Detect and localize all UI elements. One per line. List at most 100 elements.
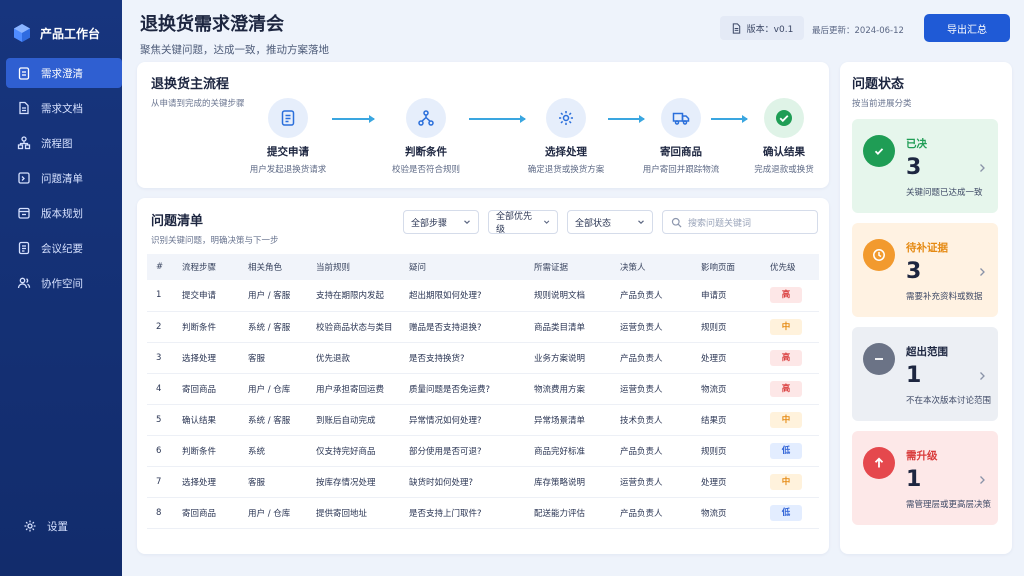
status-card: 问题状态 按当前进展分类 已决 3 关键问题已达成一致 待补证据 3 需要补充资料或数据超… (840, 62, 1012, 554)
table-cell: 规则页 (692, 435, 761, 467)
priority-filter-select[interactable]: 全部优先级 (488, 210, 558, 235)
table-cell: 商品类目清单 (525, 311, 611, 343)
table-cell: 系统 / 客服 (239, 311, 307, 343)
priority-cell: 高 (761, 280, 819, 312)
priority-cell: 中 (761, 311, 819, 343)
chevron-right-icon (980, 268, 985, 276)
cube-logo-icon (14, 24, 30, 42)
flowchart-icon (17, 136, 31, 150)
status-title: 问题状态 (852, 77, 905, 92)
stat-count: 3 (906, 259, 922, 284)
status-stat-card[interactable]: 超出范围 1 不在本次版本讨论范围 (852, 327, 998, 421)
version-badge[interactable]: 版本：v0.1 (720, 16, 804, 40)
select-value: 全部步骤 (411, 218, 448, 229)
status-stat-card[interactable]: 已决 3 关键问题已达成一致 (852, 119, 998, 213)
column-header[interactable]: 流程步骤 (173, 254, 239, 280)
status-stat-card[interactable]: 需升级 1 需管理层或更高层决策 (852, 431, 998, 525)
table-row[interactable]: 8 寄回商品 用户 / 仓库 提供寄回地址 是否支持上门取件? 配送能力评估 产品负责人 物流… (147, 497, 819, 529)
issue-search-input[interactable]: 搜索问题关键词 (662, 210, 818, 234)
table-cell: 是否支持上门取件? (400, 497, 525, 529)
sidebar: 产品工作台 需求澄清 需求文档 流程图 问题清单 版本规划 会议纪要 协作空间 … (0, 0, 122, 576)
flow-steps: 提交申请 用户发起退换货请求 判断条件 校验是否符合规则 选择处理 确定退货或换… (137, 98, 829, 178)
issue-filters: 全部步骤 全部优先级 全部状态 搜索问题关键词 (403, 210, 818, 235)
step-name: 寄回商品 (660, 146, 702, 158)
column-header[interactable]: 决策人 (611, 254, 692, 280)
table-cell: 系统 (239, 435, 307, 467)
table-row[interactable]: 5 确认结果 系统 / 客服 到账后自动完成 异常情况如何处理? 异常场景清单 技术负责人结… (147, 404, 819, 436)
table-row[interactable]: 6 判断条件 系统 仅支持完好商品 部分使用是否可退? 商品完好标准 产品负责人 规则页低 (147, 435, 819, 467)
table-cell: 业务方案说明 (525, 342, 611, 374)
table-cell: 赠品是否支持退换? (400, 311, 525, 343)
step-icon-wrap (546, 98, 586, 138)
document-icon (732, 22, 740, 34)
table-cell: 5 (147, 404, 173, 436)
stat-count: 3 (906, 155, 922, 180)
last-updated: 最后更新：2024-06-12 (812, 26, 904, 36)
column-header[interactable]: 影响页面 (692, 254, 761, 280)
truck-icon (672, 112, 690, 125)
brand[interactable]: 产品工作台 (0, 0, 122, 52)
table-cell: 用户 / 仓库 (239, 373, 307, 405)
page-subtitle: 聚焦关键问题，达成一致，推动方案落地 (140, 44, 329, 56)
nav-item-docs[interactable]: 需求文档 (6, 93, 122, 123)
table-row[interactable]: 2 判断条件 系统 / 客服 校验商品状态与类目 赠品是否支持退换? 商品类目清单 运营负责… (147, 311, 819, 343)
table-cell: 选择处理 (173, 342, 239, 374)
priority-badge: 高 (770, 287, 802, 304)
priority-cell: 中 (761, 404, 819, 436)
status-filter-select[interactable]: 全部状态 (567, 210, 653, 234)
table-row[interactable]: 3 选择处理 客服 优先退款 是否支持换货? 业务方案说明 产品负责人 处理页高 (147, 342, 819, 374)
table-cell: 客服 (239, 466, 307, 498)
column-header[interactable]: 相关角色 (239, 254, 307, 280)
column-header[interactable]: 当前规则 (307, 254, 400, 280)
flow-step[interactable]: 提交申请 用户发起退换货请求 (233, 98, 343, 175)
priority-cell: 低 (761, 497, 819, 529)
step-icon-wrap (661, 98, 701, 138)
table-cell: 物流费用方案 (525, 373, 611, 405)
priority-badge: 低 (770, 504, 802, 521)
export-button[interactable]: 导出汇总 (924, 14, 1010, 42)
table-cell: 选择处理 (173, 466, 239, 498)
nav-label: 需求文档 (41, 102, 83, 115)
table-row[interactable]: 7 选择处理 客服 按库存情况处理 缺货时如何处理? 库存策略说明 运营负责人 处理页中 (147, 466, 819, 498)
chevron-down-icon (638, 220, 644, 225)
stat-desc: 不在本次版本讨论范围 (906, 396, 992, 406)
nav-item-minutes[interactable]: 会议纪要 (6, 233, 122, 263)
flow-step[interactable]: 确认结果 完成退款或换货 (729, 98, 839, 175)
column-header[interactable]: 疑问 (400, 254, 525, 280)
table-cell: 配送能力评估 (525, 497, 611, 529)
nav-item-version[interactable]: 版本规划 (6, 198, 122, 228)
table-cell: 缺货时如何处理? (400, 466, 525, 498)
column-header[interactable]: 所需证据 (525, 254, 611, 280)
table-cell: 提供寄回地址 (307, 497, 400, 529)
nav-item-flowchart[interactable]: 流程图 (6, 128, 122, 158)
nav-item-workspace[interactable]: 协作空间 (6, 268, 122, 298)
status-stat-card[interactable]: 待补证据 3 需要补充资料或数据 (852, 223, 998, 317)
column-header[interactable]: 优先级 (761, 254, 819, 280)
chevron-down-icon (543, 220, 550, 224)
flow-step[interactable]: 寄回商品 用户寄回并跟踪物流 (626, 98, 736, 175)
table-cell: 产品负责人 (611, 280, 692, 312)
minus-circle-icon (863, 343, 895, 375)
table-cell: 判断条件 (173, 435, 239, 467)
flow-step[interactable]: 判断条件 校验是否符合规则 (371, 98, 481, 175)
table-row[interactable]: 4 寄回商品 用户 / 仓库 用户承担寄回运费 质量问题是否免运费? 物流费用方案 运营负责… (147, 373, 819, 405)
nav-item-clarify[interactable]: 需求澄清 (6, 58, 122, 88)
table-cell: 1 (147, 280, 173, 312)
calendar-icon (18, 207, 30, 219)
nav-label: 设置 (47, 520, 68, 533)
column-header[interactable]: # (147, 254, 173, 280)
nav-item-issues[interactable]: 问题清单 (6, 163, 122, 193)
table-cell: 6 (147, 435, 173, 467)
priority-badge: 低 (770, 442, 802, 459)
table-cell: 产品负责人 (611, 342, 692, 374)
step-filter-select[interactable]: 全部步骤 (403, 210, 479, 234)
table-cell: 4 (147, 373, 173, 405)
priority-badge: 中 (770, 411, 802, 428)
table-cell: 物流页 (692, 373, 761, 405)
priority-cell: 高 (761, 373, 819, 405)
table-row[interactable]: 1 提交申请 用户 / 客服 支持在期限内发起 超出期限如何处理? 规则说明文档 产品负责人… (147, 280, 819, 312)
table-cell: 用户 / 客服 (239, 280, 307, 312)
nav-item-settings[interactable]: 设置 (12, 511, 128, 541)
flow-step[interactable]: 选择处理 确定退货或换货方案 (511, 98, 621, 175)
check-circle-icon (863, 135, 895, 167)
